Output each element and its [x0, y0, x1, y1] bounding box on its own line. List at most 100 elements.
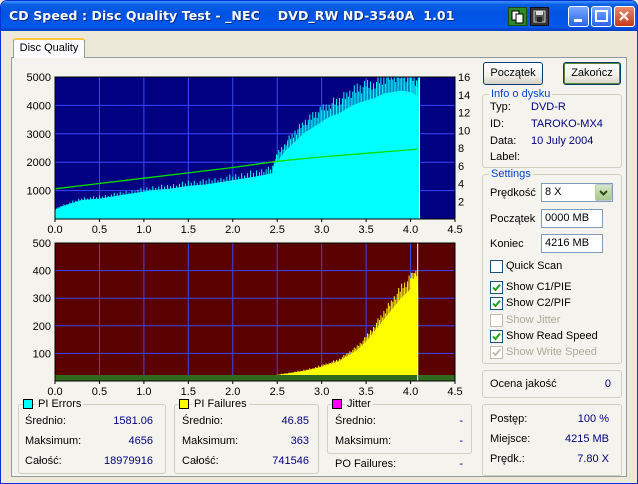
show-c1-checkbox[interactable] — [490, 281, 503, 294]
show-c1-label: Show C1/PIE — [506, 281, 572, 293]
x-tick-label: 0.5 — [92, 386, 107, 398]
y2-tick-label: 8 — [458, 143, 464, 155]
app-window: CD Speed : Disc Quality Test - _NEC DVD_… — [0, 0, 638, 484]
y2-tick-label: 2 — [458, 196, 464, 208]
window-title: CD Speed : Disc Quality Test - _NEC DVD_… — [9, 8, 455, 23]
y2-tick-label: 12 — [458, 108, 470, 120]
save-icon[interactable] — [530, 7, 549, 26]
pi-errors-legend-swatch — [23, 399, 33, 409]
read-speed-value: 7.80 X — [577, 453, 609, 465]
disc-date-value: 10 July 2004 — [531, 135, 594, 147]
y-tick-label: 3000 — [27, 129, 51, 141]
title-bar[interactable]: CD Speed : Disc Quality Test - _NEC DVD_… — [1, 1, 637, 31]
read-speed-label: Prędk.: — [490, 453, 525, 465]
jitter-max-value: - — [459, 435, 463, 447]
chart-svg: 0.0 0.5 1.0 1.5 2.0 2.5 3.0 3.5 4.0 4.51000200030… — [27, 72, 471, 236]
pi-failures-avg-label: Średnio: — [182, 415, 223, 427]
quick-scan-label: Quick Scan — [506, 260, 563, 272]
pi-failures-legend-swatch — [179, 399, 189, 409]
speed-label: Prędkość — [490, 187, 536, 199]
disc-type-value: DVD-R — [531, 101, 566, 113]
x-tick-label: 2.5 — [270, 386, 285, 398]
jitter-avg-label: Średnio: — [335, 415, 376, 427]
quality-label: Ocena jakość — [490, 378, 557, 390]
end-label: Koniec — [490, 238, 524, 250]
jitter-max-label: Maksimum: — [335, 435, 392, 447]
quality-value: 0 — [604, 378, 611, 390]
show-jitter-label: Show Jitter — [506, 314, 561, 326]
pi-errors-avg-label: Średnio: — [25, 415, 66, 427]
show-jitter-checkbox — [490, 314, 503, 327]
y-tick-label: 2000 — [27, 157, 51, 169]
x-tick-label: 4.0 — [403, 386, 418, 398]
y2-tick-label: 4 — [458, 179, 464, 191]
pi-failures-avg-value: 46.85 — [281, 415, 309, 427]
jitter-avg-value: - — [459, 415, 463, 427]
show-read-speed-label: Show Read Speed — [506, 330, 598, 342]
progress-label: Postęp: — [490, 413, 528, 425]
x-tick-label: 3.5 — [358, 386, 373, 398]
y2-tick-label: 14 — [458, 90, 470, 102]
jitter-legend-swatch — [332, 399, 342, 409]
tab-disc-quality[interactable]: Disc Quality — [13, 38, 85, 58]
y-tick-label: 200 — [33, 321, 51, 333]
baseline-band — [55, 375, 455, 381]
pi-failures-max-label: Maksimum: — [182, 435, 239, 447]
disc-date-label: Data: — [490, 135, 517, 147]
pi-failures-chart: 0.0 0.5 1.0 1.5 2.0 2.5 3.0 3.5 4.0 4.5 100 200 300 4… — [15, 233, 475, 399]
quick-scan-checkbox[interactable] — [490, 260, 503, 273]
y-tick-label: 1000 — [27, 186, 51, 198]
y-tick-label: 400 — [33, 266, 51, 278]
end-input[interactable]: 4216 MB — [541, 234, 603, 253]
speed-select-value: 8 X — [545, 186, 562, 198]
settings-title: Settings — [489, 168, 533, 180]
show-c2-checkbox[interactable] — [490, 297, 503, 310]
y2-tick-label: 6 — [458, 161, 464, 173]
pi-errors-chart: 0.0 0.5 1.0 1.5 2.0 2.5 3.0 3.5 4.0 4.5 1000 2000 30… — [15, 67, 475, 237]
position-label: Miejsce: — [490, 433, 531, 445]
y-tick-label: 4000 — [27, 100, 51, 112]
disc-id-label: ID: — [490, 118, 505, 130]
y-tick-label: 5000 — [27, 72, 51, 84]
show-write-speed-label: Show Write Speed — [506, 346, 597, 358]
y-tick-label: 100 — [33, 348, 51, 360]
x-tick-label: 3.0 — [314, 386, 329, 398]
disc-info-title: Info o dysku — [489, 88, 553, 100]
pi-errors-avg-value: 1581.06 — [113, 415, 153, 427]
po-failures-label: PO Failures: — [335, 458, 397, 470]
start-button[interactable]: Początek — [483, 62, 543, 85]
minimize-button[interactable] — [568, 6, 589, 27]
pi-failures-max-value: 363 — [290, 435, 309, 447]
x-tick-label: 4.5 — [447, 386, 462, 398]
copy-icon[interactable] — [508, 7, 527, 26]
pi-failures-total-value: 741546 — [272, 455, 309, 467]
show-write-speed-checkbox — [490, 346, 503, 359]
pi-errors-max-value: 4656 — [128, 435, 153, 447]
pi-errors-total-label: Całość: — [25, 455, 62, 467]
pi-errors-total-value: 18979916 — [104, 455, 153, 467]
disc-id-value: TAROKO-MX4 — [531, 118, 603, 130]
close-button[interactable] — [614, 6, 635, 27]
x-tick-label: 0.0 — [47, 386, 62, 398]
jitter-title: Jitter — [345, 398, 373, 410]
chart-svg: 0.0 0.5 1.0 1.5 2.0 2.5 3.0 3.5 4.0 4.5 100 200 300 4… — [33, 238, 463, 398]
x-tick-label: 1.5 — [181, 386, 196, 398]
pi-failures-total-label: Całość: — [182, 455, 219, 467]
y2-tick-label: 10 — [458, 125, 470, 137]
chevron-down-icon[interactable] — [595, 184, 612, 201]
disc-label-label: Label: — [490, 151, 520, 163]
maximize-button[interactable] — [591, 6, 612, 27]
y-tick-label: 500 — [33, 238, 51, 250]
y-tick-label: 300 — [33, 293, 51, 305]
disc-type-label: Typ: — [490, 101, 511, 113]
start-label: Początek — [490, 213, 536, 225]
po-failures-value: - — [459, 458, 463, 470]
start-input[interactable]: 0000 MB — [541, 209, 603, 228]
position-value: 4215 MB — [564, 433, 609, 445]
x-tick-label: 1.0 — [136, 386, 151, 398]
show-read-speed-checkbox[interactable] — [490, 330, 503, 343]
progress-value: 100 % — [577, 413, 609, 425]
stop-button[interactable]: Zakończ — [563, 62, 621, 85]
show-c2-label: Show C2/PIF — [506, 297, 571, 309]
pi-failures-title: PI Failures — [192, 398, 249, 410]
